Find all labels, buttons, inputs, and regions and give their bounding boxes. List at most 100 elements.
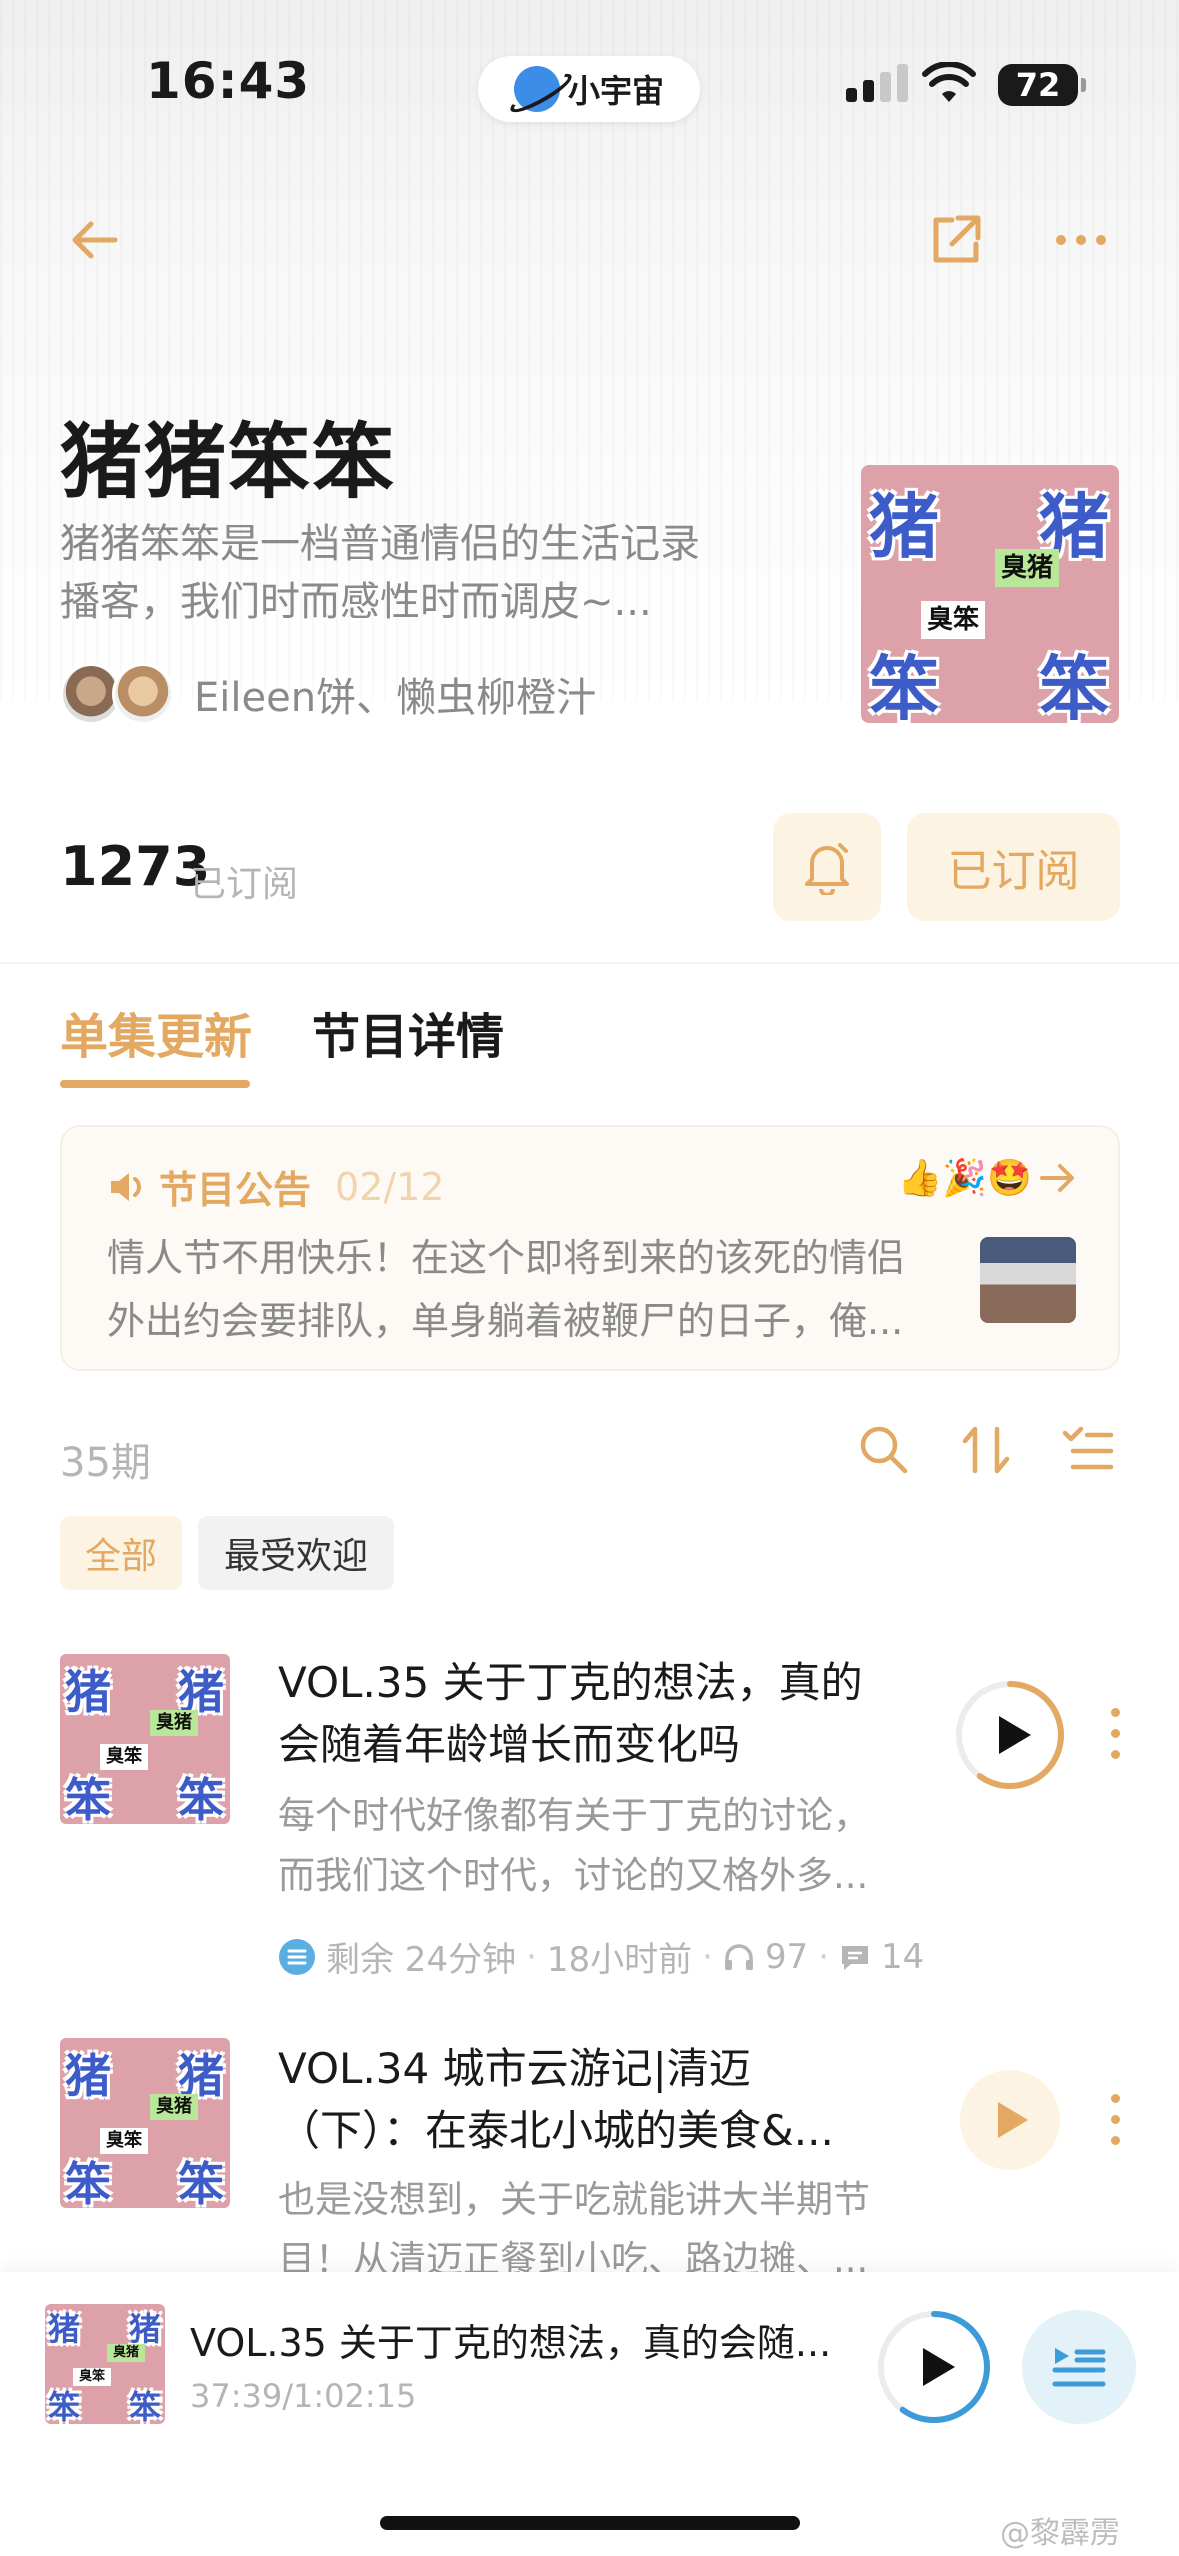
announcement-text: 情人节不用快乐！在这个即将到来的该死的情侣 外出约会要排队，单身躺着被鞭尸的日子… <box>107 1227 947 1353</box>
cover-char: 笨 <box>869 648 939 723</box>
cover-char: 猪 <box>869 486 939 568</box>
subscriber-count: 1273 <box>60 835 211 898</box>
author-names: Eileen饼、懒虫柳橙汁 <box>194 675 597 721</box>
cover-char: 笨 <box>1039 648 1109 723</box>
episode-more-button[interactable] <box>1105 1708 1125 1759</box>
announcement-line: 情人节不用快乐！在这个即将到来的该死的情侣 <box>107 1236 906 1280</box>
cover-char: 笨 <box>65 1773 111 1824</box>
cover-char: 笨 <box>129 2388 162 2424</box>
headphones-icon <box>724 1943 753 1970</box>
tab-details[interactable]: 节目详情 <box>312 997 504 1067</box>
filter-all[interactable]: 全部 <box>60 1516 182 1590</box>
episode-description: 每个时代好像都有关于丁克的讨论， 而我们这个时代，讨论的又格外多... <box>278 1786 918 1906</box>
podcast-description[interactable]: 猪猪笨笨是一档普通情侣的生活记录 播客，我们时而感性时而调皮~... <box>60 515 780 631</box>
playlist-icon <box>1052 2348 1106 2387</box>
episode-play-button[interactable] <box>960 2070 1060 2170</box>
cover-char: 笨 <box>65 2157 111 2208</box>
cover-tag: 臭猪 <box>107 2344 146 2362</box>
sort-button[interactable] <box>956 1420 1016 1480</box>
batch-select-button[interactable] <box>1058 1420 1118 1480</box>
planet-icon <box>513 66 560 112</box>
title-line: 会随着年龄增长而变化吗 <box>278 1720 741 1769</box>
desc-line: 每个时代好像都有关于丁克的讨论， <box>278 1794 870 1837</box>
cover-char: 猪 <box>48 2310 81 2348</box>
island-app-name: 小宇宙 <box>567 72 664 110</box>
subscribed-button[interactable]: 已订阅 <box>907 813 1120 921</box>
battery-level: 72 <box>1015 66 1061 104</box>
description-line: 猪猪笨笨是一档普通情侣的生活记录 <box>60 521 700 567</box>
play-icon <box>998 2102 1028 2138</box>
cover-tag: 臭猪 <box>995 549 1060 587</box>
desc-line: 而我们这个时代，讨论的又格外多... <box>278 1854 869 1897</box>
separator: · <box>818 1936 830 1977</box>
cover-tag: 臭猪 <box>150 1710 198 1736</box>
tab-episodes[interactable]: 单集更新 <box>60 997 252 1067</box>
announcement-card[interactable]: 节目公告 02/12 👍🎉🤩 情人节不用快乐！在这个即将到来的该死的情侣 外出约… <box>60 1125 1120 1371</box>
search-button[interactable] <box>854 1420 914 1480</box>
podcast-cover[interactable]: 猪 猪 臭猪 臭笨 笨 笨 <box>861 465 1119 723</box>
playlist-button[interactable] <box>1022 2310 1136 2424</box>
dot <box>1110 1708 1120 1717</box>
announcement-header: 节目公告 02/12 <box>107 1159 445 1214</box>
checklist-icon <box>1062 1426 1114 1470</box>
avatar <box>112 663 174 725</box>
author-avatars <box>60 663 174 725</box>
sort-icon <box>962 1426 1010 1474</box>
more-button[interactable] <box>1046 205 1116 275</box>
authors-row[interactable]: Eileen饼、懒虫柳橙汁 <box>60 663 596 725</box>
battery-icon: 72 <box>998 64 1086 106</box>
divider <box>0 962 1179 964</box>
play-count: 97 <box>764 1936 809 1977</box>
wifi-icon <box>922 62 976 102</box>
episode-cover[interactable]: 猪 猪 臭猪 臭笨 笨 笨 <box>60 1654 230 1824</box>
announcement-thumbnail <box>980 1237 1076 1323</box>
cover-char: 猪 <box>65 1665 111 1719</box>
episode-play-button[interactable] <box>955 1680 1065 1790</box>
episode-title[interactable]: VOL.34 城市云游记|清迈 （下）：在泰北小城的美食&... <box>278 2038 918 2162</box>
episode-cover[interactable]: 猪 猪 臭猪 臭笨 笨 笨 <box>60 2038 230 2208</box>
more-horizontal-icon <box>1056 235 1106 245</box>
separator: · <box>526 1936 537 1977</box>
share-button[interactable] <box>921 205 991 275</box>
player-play-button[interactable] <box>877 2310 991 2424</box>
filter-popular[interactable]: 最受欢迎 <box>198 1516 394 1590</box>
play-icon <box>999 1716 1031 1754</box>
list-circle-icon <box>279 1938 315 1975</box>
episode-count: 35期 <box>60 1440 151 1486</box>
description-line: 播客，我们时而感性时而调皮~... <box>60 579 652 625</box>
signal-icon <box>846 64 908 102</box>
comment-icon <box>842 1945 869 1970</box>
emoji-reactions: 👍🎉🤩 <box>897 1158 1032 1199</box>
dot <box>1110 2136 1120 2145</box>
player-cover[interactable]: 猪 猪 臭猪 臭笨 笨 笨 <box>45 2304 165 2424</box>
cover-char: 笨 <box>178 1773 224 1824</box>
announcement-title: 节目公告 <box>159 1168 312 1212</box>
dot <box>1110 1750 1120 1759</box>
notification-button[interactable] <box>773 813 881 921</box>
home-indicator[interactable] <box>380 2516 800 2530</box>
posted-time: 18小时前 <box>546 1940 693 1980</box>
progress-ring <box>956 1681 1064 1789</box>
progress-ring <box>878 2311 990 2423</box>
cover-char: 笨 <box>178 2157 224 2208</box>
cover-char: 猪 <box>65 2049 111 2103</box>
episode-more-button[interactable] <box>1105 2094 1125 2145</box>
separator: · <box>702 1936 713 1977</box>
cover-char: 笨 <box>48 2388 81 2424</box>
announcement-line: 外出约会要排队，单身躺着被鞭尸的日子，俺... <box>107 1299 904 1343</box>
dot <box>1110 2094 1120 2103</box>
title-line: VOL.35 关于丁克的想法，真的 <box>278 1658 863 1707</box>
player-time: 37:39/1:02:15 <box>190 2377 417 2415</box>
player-title: VOL.35 关于丁克的想法，真的会随... <box>190 2321 830 2365</box>
remaining-time: 剩余 24分钟 <box>326 1940 517 1980</box>
dynamic-island-app[interactable]: 小宇宙 <box>478 56 700 122</box>
episode-title[interactable]: VOL.35 关于丁克的想法，真的 会随着年龄增长而变化吗 <box>278 1652 918 1776</box>
search-icon <box>860 1426 908 1474</box>
watermark: @黎霹雳 <box>1000 2516 1120 2551</box>
episode-meta: 剩余 24分钟 · 18小时前 · 97 · 14 <box>278 1932 924 1981</box>
title-line: VOL.34 城市云游记|清迈 <box>278 2044 751 2093</box>
speaker-icon <box>111 1172 141 1201</box>
desc-line: 也是没想到，关于吃就能讲大半期节 <box>278 2178 870 2221</box>
tab-indicator <box>60 1080 250 1088</box>
back-button[interactable] <box>60 205 130 275</box>
